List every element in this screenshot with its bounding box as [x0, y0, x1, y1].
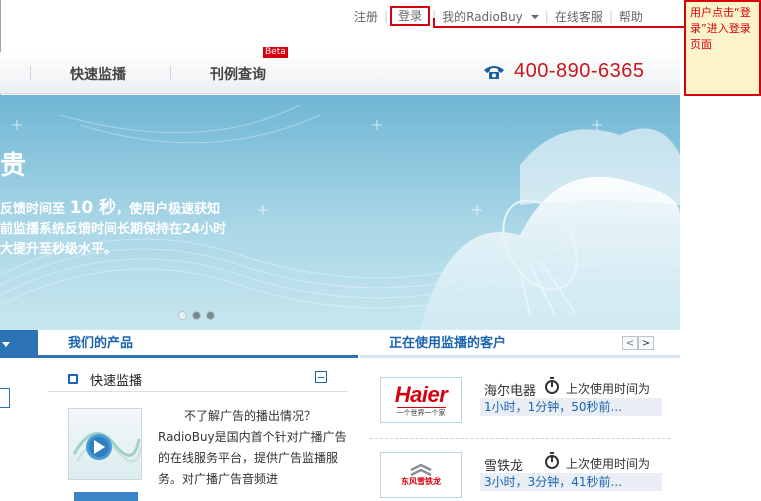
login-link[interactable]: 登录: [390, 6, 431, 26]
clock-icon: [545, 452, 559, 469]
slide-indicator: [178, 311, 215, 320]
citroen-chevron-icon: [410, 463, 432, 477]
product-title: 快速监播: [90, 374, 143, 389]
citroen-logo-text: 东风雪铁龙: [401, 477, 441, 486]
annotation-connector: [433, 26, 684, 28]
nav-separator: |: [544, 9, 549, 23]
menu-divider: [30, 66, 31, 80]
product-item-header: 快速监播: [48, 364, 348, 392]
prev-button[interactable]: <: [622, 336, 638, 350]
clock-icon: [545, 377, 559, 394]
chevron-down-icon: [530, 15, 539, 19]
phone-icon: [484, 65, 504, 79]
slide-dot[interactable]: [206, 311, 215, 320]
slide-dot[interactable]: [178, 311, 187, 320]
divider: [370, 438, 670, 439]
client-name: 海尔电器: [484, 384, 537, 399]
products-section: 我们的产品 快速监播 不了解广告的播出情况？RadioBuy是国内首个针对广播广…: [38, 330, 358, 501]
banner-line2: 前监播系统反馈时间长期保持在24小时: [0, 222, 227, 237]
client-row: Haier 一个世界一个家 海尔电器 上次使用时间为 1小时，1分钟，50秒前.…: [380, 377, 670, 429]
product-thumbnail[interactable]: [68, 408, 142, 480]
collapse-icon[interactable]: [315, 371, 327, 383]
product-description: 不了解广告的播出情况？RadioBuy是国内首个针对广播广告的在线服务平台，提供…: [158, 409, 347, 486]
haier-logo-text: Haier: [394, 381, 448, 407]
last-used-time: 1小时，1分钟，50秒前...: [480, 398, 662, 416]
last-used-time: 3小时，3分钟，41秒前...: [480, 473, 662, 491]
last-used-label: 上次使用时间为: [566, 382, 651, 396]
product-button[interactable]: [74, 492, 138, 501]
my-account-label: 我的RadioBuy: [442, 9, 523, 24]
menu-item-rate-query[interactable]: 刊例查询: [210, 64, 266, 84]
clients-pager: < >: [622, 336, 654, 350]
nav-separator: |: [384, 9, 389, 23]
expand-icon: [68, 374, 78, 384]
banner-line1-c: ，使用户极速获知: [116, 202, 221, 217]
help-link[interactable]: 帮助: [615, 8, 647, 25]
my-account-menu[interactable]: 我的RadioBuy: [438, 8, 543, 25]
side-panel-box: [0, 388, 10, 408]
side-panel: [0, 330, 38, 501]
menu-item-quick-monitor[interactable]: 快速监播: [70, 64, 126, 84]
nav-separator: |: [608, 9, 613, 23]
online-service-link[interactable]: 在线客服: [551, 8, 607, 25]
main-menu-bar: 快速监播 刊例查询 Beta 400-890-6365: [0, 47, 680, 94]
client-name: 雪铁龙: [484, 459, 524, 474]
chevron-down-icon: [2, 342, 10, 347]
play-icon: [72, 432, 141, 462]
banner-text: 反馈时间至 10 秒，使用户极速获知 前监播系统反馈时间长期保持在24小时 大提…: [0, 198, 260, 260]
client-logo-haier[interactable]: Haier 一个世界一个家: [380, 377, 462, 423]
register-link[interactable]: 注册: [350, 8, 382, 25]
beta-badge: Beta: [263, 47, 288, 58]
slide-dot[interactable]: [192, 311, 201, 320]
banner-line1-a: 反馈时间至: [0, 202, 66, 217]
annotation-note: 用户点击“登录”进入登录页面: [684, 0, 761, 96]
hotline: 400-890-6365: [482, 60, 645, 83]
menu-divider: [170, 66, 171, 80]
haier-logo-slogan: 一个世界一个家: [396, 406, 446, 417]
banner-line3: 大提升至秒级水平。: [0, 242, 118, 257]
last-used-label: 上次使用时间为: [566, 457, 651, 471]
client-row: 东风雪铁龙 雪铁龙 上次使用时间为 3小时，3分钟，41秒前...: [380, 452, 670, 501]
side-panel-header[interactable]: [0, 330, 38, 358]
top-nav: 注册 | 登录 | 我的RadioBuy | 在线客服 | 帮助: [350, 6, 647, 26]
phone-number: 400-890-6365: [514, 60, 645, 82]
client-logo-citroen[interactable]: 东风雪铁龙: [380, 452, 462, 498]
banner-line1-highlight: 10 秒: [69, 198, 117, 218]
products-header: 我们的产品: [38, 330, 358, 358]
hero-banner: 贵 反馈时间至 10 秒，使用户极速获知 前监播系统反馈时间长期保持在24小时 …: [0, 95, 680, 330]
clients-section: 正在使用监播的客户 < > Haier 一个世界一个家 海尔电器 上次使用时间为…: [360, 330, 680, 501]
banner-title: 贵: [0, 151, 27, 181]
next-button[interactable]: >: [638, 336, 654, 350]
